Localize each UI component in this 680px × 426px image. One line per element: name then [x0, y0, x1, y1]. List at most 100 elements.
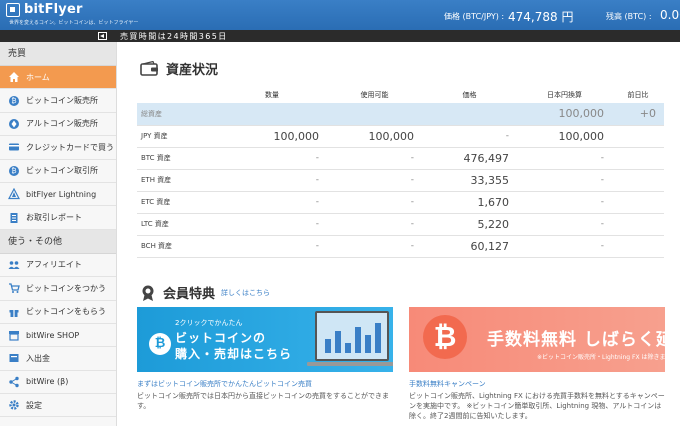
sidebar-section-other: 使う・その他: [0, 229, 116, 254]
sidebar-item-use-bitcoin[interactable]: ビットコインをつかう: [0, 277, 116, 301]
col-header-price: 価格: [462, 90, 477, 99]
sidebar-item-deposit[interactable]: 入出金: [0, 347, 116, 371]
col-header-available: 使用可能: [360, 90, 389, 99]
bitcoin-coin-icon: ₿: [149, 333, 171, 355]
sidebar-item-label: bitWire SHOP: [26, 330, 80, 340]
banner-line-2: 購入・売却はこちら: [175, 347, 293, 361]
sidebar-item-credit-card[interactable]: クレジットカードで買う: [0, 136, 116, 160]
sidebar-item-label: アフィリエイト: [26, 260, 82, 270]
cell-jpy: -: [517, 213, 612, 236]
home-icon: [8, 71, 20, 83]
table-header-row: 数量 使用可能 価格 日本円換算 前日比: [137, 86, 664, 103]
sidebar-item-altcoin-shop[interactable]: アルトコイン販売所: [0, 113, 116, 137]
exchange-icon: ₿: [8, 165, 20, 177]
banner1-caption: まずはビットコイン販売所でかんたんビットコイン売買 ビットコイン販売所では日本円…: [137, 379, 393, 411]
fee-free-banner[interactable]: ₿ 手数料無料 しばらく延長 ※ビットコイン販売所・Lightning FX は…: [409, 307, 665, 372]
gift-icon: [8, 306, 20, 318]
col-header-change: 前日比: [627, 90, 649, 99]
cell-price: 33,355: [422, 169, 517, 192]
deposit-icon: [8, 352, 20, 364]
caption-text: ビットコイン販売所では日本円から直接ビットコインの売買をすることができます。: [137, 392, 389, 410]
cell-amount: -: [217, 235, 327, 258]
cell-price: -: [422, 125, 517, 148]
gear-icon: [8, 399, 20, 411]
balance-value: 0.00: [660, 8, 680, 22]
top-header: bitFlyer 世界を変えるコイン。ビットコインは、ビットフライヤー 価格 (…: [0, 0, 680, 30]
assets-heading: 資産状況: [140, 59, 218, 78]
sidebar-item-label: ビットコインをもらう: [26, 307, 106, 317]
cart-icon: [8, 282, 20, 294]
cell-amount: -: [217, 191, 327, 214]
wallet-icon: [140, 60, 158, 76]
caption-link[interactable]: まずはビットコイン販売所でかんたんビットコイン売買: [137, 379, 393, 389]
collapse-sidebar-button[interactable]: [98, 32, 107, 40]
sidebar-item-label: ビットコイン販売所: [26, 96, 98, 106]
row-label: LTC 資産: [137, 213, 217, 236]
sidebar-item-bitcoin-exchange[interactable]: ₿ ビットコイン取引所: [0, 160, 116, 183]
bitcoin-coin-icon: ₿: [423, 315, 467, 359]
caption-link[interactable]: 手数料無料キャンペーン: [409, 379, 665, 389]
sidebar-item-label: bitFlyer Lightning: [26, 189, 97, 199]
banner2-caption: 手数料無料キャンペーン ビットコイン販売所、Lightning FX における売…: [409, 379, 665, 421]
sidebar-item-bitcoin-shop[interactable]: ₿ ビットコイン販売所: [0, 89, 116, 113]
sidebar-item-home[interactable]: ホーム: [0, 66, 116, 90]
cell-available: -: [327, 235, 422, 258]
price-value: 474,788 円: [508, 10, 574, 24]
cell-price: 60,127: [422, 235, 517, 258]
cell-amount: -: [217, 147, 327, 170]
sidebar-item-label: クレジットカードで買う: [26, 142, 114, 152]
row-label: BTC 資産: [137, 147, 217, 170]
table-row: BCH 資産 - - 60,127 -: [137, 235, 664, 258]
cell-available: -: [327, 191, 422, 214]
sidebar-item-label: ホーム: [26, 72, 50, 82]
sidebar-item-lightning[interactable]: bitFlyer Lightning: [0, 183, 116, 207]
sidebar-item-get-bitcoin[interactable]: ビットコインをもらう: [0, 301, 116, 324]
sidebar-item-label: ビットコインをつかう: [26, 283, 106, 293]
cell-jpy: -: [517, 191, 612, 214]
sidebar-item-bitwire[interactable]: bitWire (β): [0, 371, 116, 395]
table-header-blank: [137, 86, 217, 103]
table-row: JPY 資産 100,000 100,000 - 100,000: [137, 125, 664, 148]
buy-sell-banner[interactable]: ₿ 2クリックでかんたん ビットコインの 購入・売却はこちら: [137, 307, 393, 372]
cell-jpy: 100,000: [517, 125, 612, 148]
table-row: BTC 資産 - - 476,497 -: [137, 147, 664, 170]
col-header-jpy: 日本円換算: [547, 90, 582, 99]
row-label: ETH 資産: [137, 169, 217, 192]
benefits-heading: 会員特典 詳しくはこちら: [140, 283, 270, 302]
cell-available: 100,000: [327, 125, 422, 148]
bitflyer-logo[interactable]: bitFlyer: [6, 2, 83, 17]
row-label: 総資産: [137, 103, 217, 126]
cell-jpy: -: [517, 169, 612, 192]
banner-line-1: ビットコインの: [175, 331, 267, 345]
balance-label: 残高 (BTC) :: [606, 12, 652, 21]
sidebar-item-label: 設定: [26, 400, 42, 410]
sidebar-item-affiliate[interactable]: アフィリエイト: [0, 254, 116, 278]
cell-available: -: [327, 213, 422, 236]
sidebar-item-label: bitWire (β): [26, 377, 69, 387]
total-jpy: 100,000: [517, 103, 612, 126]
sidebar-item-settings[interactable]: 設定: [0, 394, 116, 418]
laptop-chart-image: [315, 311, 389, 361]
sidebar-item-label: 入出金: [26, 353, 50, 363]
table-row: ETH 資産 - - 33,355 -: [137, 169, 664, 192]
cell-price: 476,497: [422, 147, 517, 170]
sidebar-item-label: アルトコイン販売所: [26, 119, 98, 129]
affiliate-icon: [8, 259, 20, 271]
sidebar-item-label: ビットコイン取引所: [26, 166, 98, 176]
details-link[interactable]: 詳しくはこちら: [221, 288, 270, 298]
trading-hours-text: 売買時間は24時間365日: [120, 32, 228, 41]
sidebar-item-report[interactable]: お取引レポート: [0, 206, 116, 230]
tagline: 世界を変えるコイン。ビットコインは、ビットフライヤー: [9, 20, 139, 26]
sidebar-item-bitwire-shop[interactable]: bitWire SHOP: [0, 324, 116, 348]
cell-jpy: -: [517, 147, 612, 170]
cell-price: 5,220: [422, 213, 517, 236]
logo-text: bitFlyer: [24, 2, 83, 17]
banner-subtext: ※ビットコイン販売所・Lightning FX は除きます。: [537, 354, 665, 361]
cell-amount: -: [217, 213, 327, 236]
main-content: 資産状況 数量 使用可能 価格 日本円換算 前日比 総資産 100,000 +0…: [118, 42, 680, 426]
info-strip: 売買時間は24時間365日: [0, 30, 680, 42]
sidebar: 売買 ホーム ₿ ビットコイン販売所 アルトコイン販売所 クレジットカードで買う…: [0, 42, 117, 426]
price-label: 価格 (BTC/JPY) :: [444, 12, 505, 21]
share-icon: [8, 376, 20, 388]
cell-available: -: [327, 147, 422, 170]
